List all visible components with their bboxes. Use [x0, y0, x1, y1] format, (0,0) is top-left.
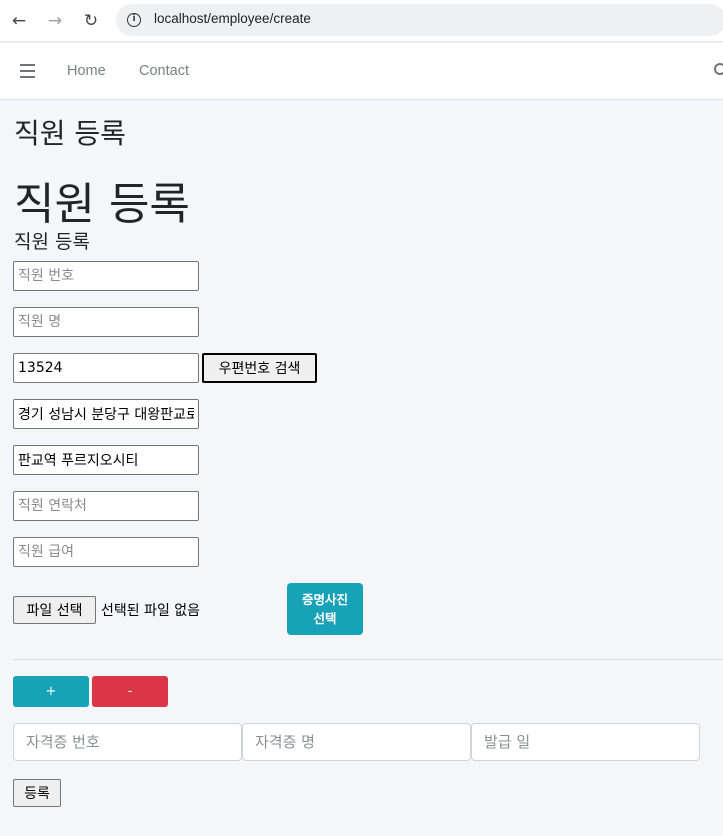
nav-link-contact[interactable]: Contact [139, 63, 189, 79]
forward-arrow-icon[interactable]: → [43, 9, 67, 33]
address-detail-input[interactable] [13, 445, 199, 475]
url-text[interactable]: localhost/employee/create [154, 11, 311, 26]
browser-toolbar: ← → ↻ i localhost/employee/create [0, 0, 723, 42]
file-choose-button[interactable]: 파일 선택 [13, 596, 96, 624]
cert-date-input[interactable] [471, 723, 700, 761]
app-navbar: Home Contact [0, 43, 723, 100]
nav-link-home[interactable]: Home [67, 63, 106, 79]
photo-button-line2: 선택 [313, 611, 337, 626]
cert-no-input[interactable] [13, 723, 242, 761]
employee-no-input[interactable] [13, 261, 199, 291]
divider [13, 659, 723, 660]
back-arrow-icon[interactable]: ← [7, 9, 31, 33]
reload-icon[interactable]: ↻ [79, 9, 103, 33]
postcode-input[interactable] [13, 353, 199, 383]
form-title: 직원 등록 [14, 231, 90, 253]
cert-name-input[interactable] [242, 723, 471, 761]
menu-icon[interactable] [20, 64, 35, 78]
submit-button[interactable]: 등록 [13, 779, 61, 807]
photo-button-line1: 증명사진 [301, 592, 348, 607]
postcode-search-button[interactable]: 우편번호 검색 [202, 353, 317, 383]
site-info-icon[interactable]: i [127, 13, 141, 27]
page-title: 직원 등록 [14, 117, 126, 150]
employee-name-input[interactable] [13, 307, 199, 337]
phone-input[interactable] [13, 491, 199, 521]
remove-cert-button[interactable]: - [92, 676, 168, 707]
address-input[interactable] [13, 399, 199, 429]
page-heading: 직원 등록 [14, 179, 190, 230]
file-status-text: 선택된 파일 없음 [101, 603, 201, 619]
add-cert-button[interactable]: + [13, 676, 89, 707]
address-bar[interactable]: i localhost/employee/create [116, 4, 723, 36]
salary-input[interactable] [13, 537, 199, 567]
search-icon[interactable] [714, 63, 723, 75]
photo-select-button[interactable]: 증명사진 선택 [287, 583, 363, 635]
